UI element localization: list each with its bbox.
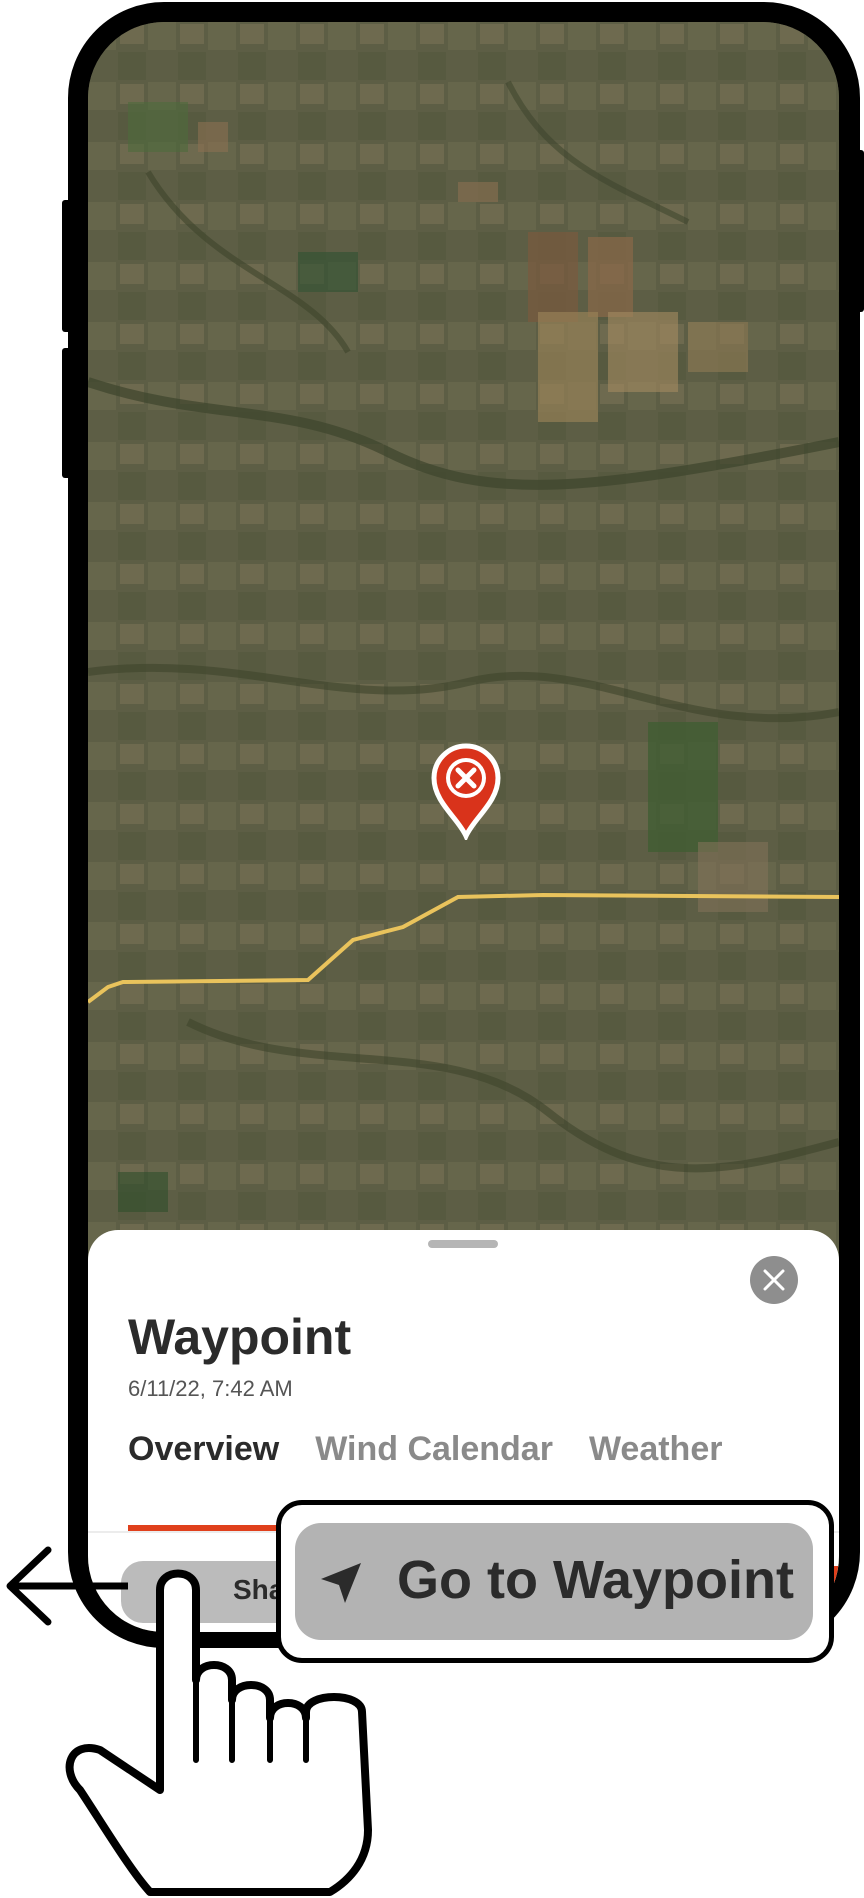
close-button[interactable] bbox=[750, 1256, 798, 1304]
tab-wind-calendar[interactable]: Wind Calendar bbox=[315, 1430, 553, 1469]
tab-bar: Overview Wind Calendar Weather bbox=[128, 1430, 722, 1469]
tab-overview[interactable]: Overview bbox=[128, 1430, 279, 1469]
tab-weather[interactable]: Weather bbox=[589, 1430, 723, 1469]
go-to-waypoint-label: Go to Waypoint bbox=[397, 1550, 794, 1610]
sheet-grabber[interactable] bbox=[428, 1240, 498, 1248]
go-to-waypoint-button[interactable]: Go to Waypoint bbox=[295, 1523, 813, 1640]
waypoint-title: Waypoint bbox=[128, 1309, 352, 1365]
waypoint-marker-icon[interactable] bbox=[428, 740, 504, 840]
waypoint-timestamp: 6/11/22, 7:42 AM bbox=[128, 1376, 293, 1401]
close-icon bbox=[763, 1269, 785, 1291]
phone-screen: Waypoint 6/11/22, 7:42 AM Overview Wind … bbox=[88, 22, 839, 1632]
navigation-arrow-icon bbox=[321, 1563, 361, 1603]
